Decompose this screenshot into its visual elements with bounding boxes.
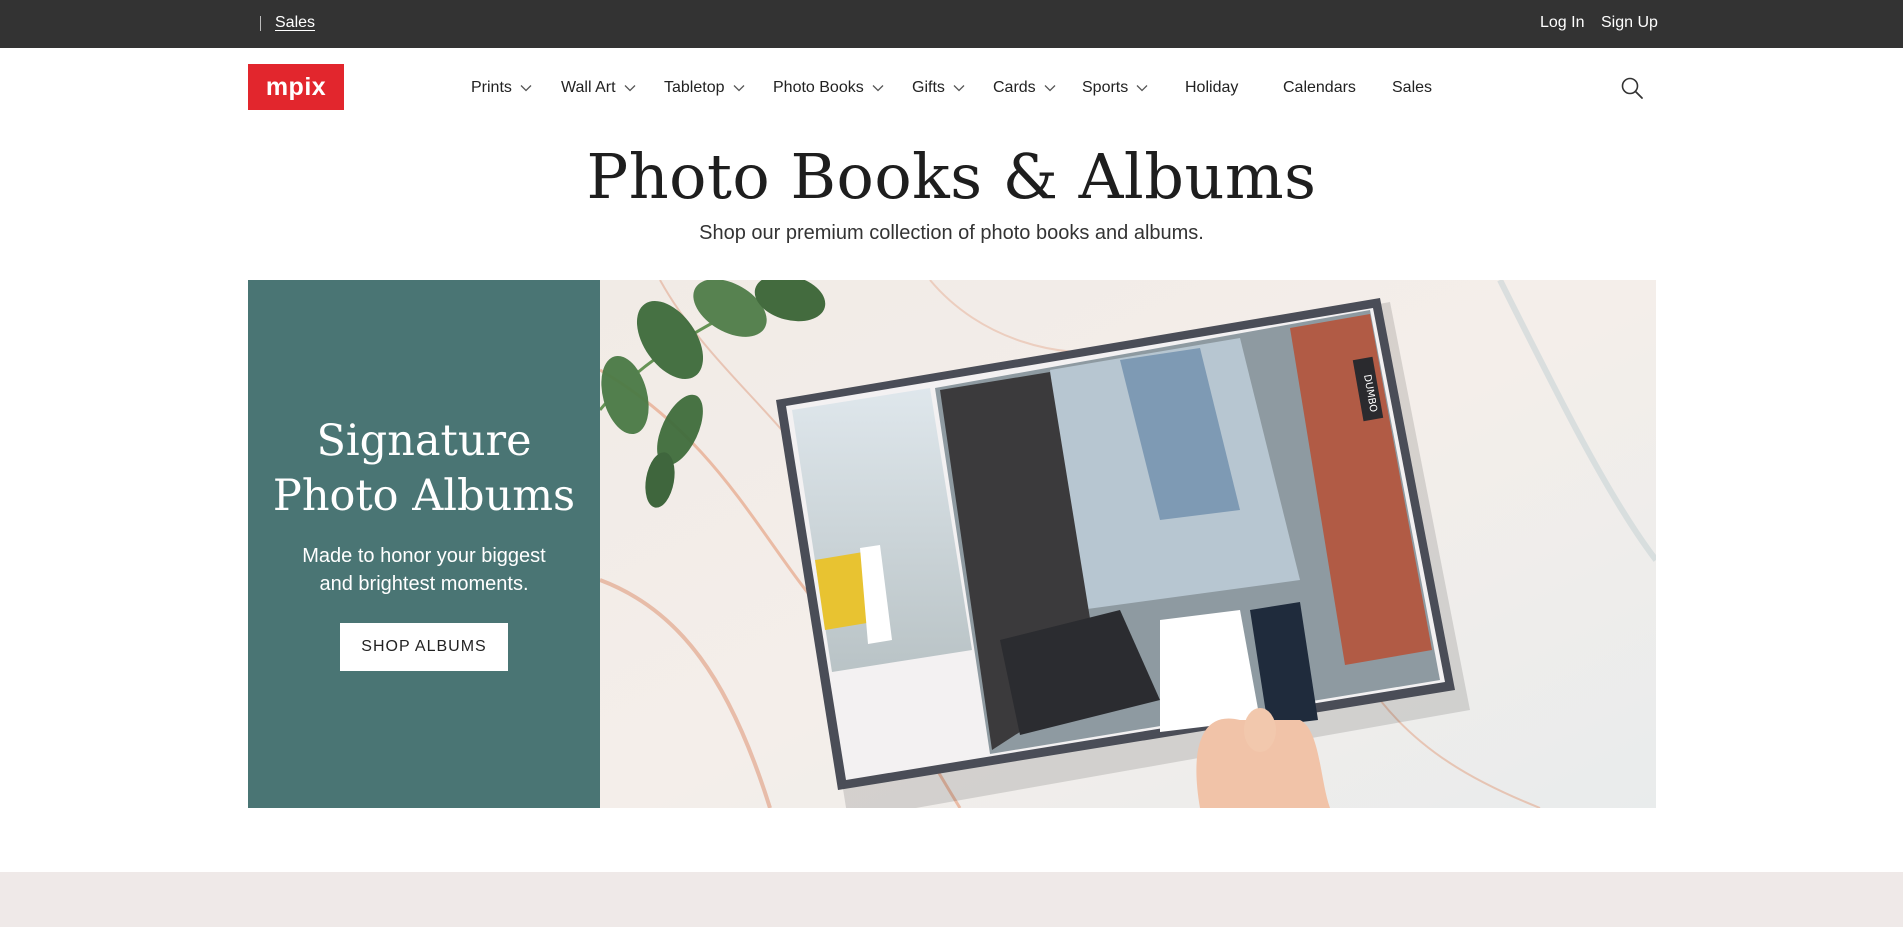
chevron-down-icon <box>624 85 635 92</box>
hero-title-line: Photo Albums <box>272 471 576 521</box>
search-icon[interactable] <box>1620 76 1644 100</box>
nav-item-photo-books[interactable]: Photo Books <box>773 79 884 97</box>
main-navigation: mpix Prints Wall Art Tabletop Photo Book… <box>0 48 1903 128</box>
chevron-down-icon <box>872 85 884 92</box>
chevron-down-icon <box>1136 85 1148 92</box>
signup-link[interactable]: Sign Up <box>1601 14 1658 32</box>
nav-item-label: Photo Books <box>773 79 864 96</box>
chevron-down-icon <box>1044 85 1056 92</box>
nav-item-prints[interactable]: Prints <box>471 79 532 97</box>
nav-item-gifts[interactable]: Gifts <box>912 79 965 97</box>
top-sales-link[interactable]: Sales <box>275 14 315 32</box>
next-section-band <box>0 872 1903 927</box>
hero-description-line: and brightest moments. <box>319 573 529 595</box>
nav-item-label: Wall Art <box>561 79 616 96</box>
hero-banner: Signature Photo Albums Made to honor you… <box>248 280 1656 808</box>
hero-description: Made to honor your biggest and brightest… <box>288 542 560 598</box>
chevron-down-icon <box>733 85 744 92</box>
nav-item-label: Tabletop <box>664 79 725 96</box>
chevron-down-icon <box>520 85 532 92</box>
nav-item-label: Prints <box>471 79 512 96</box>
nav-item-tabletop[interactable]: Tabletop <box>664 79 745 97</box>
nav-item-label: Sports <box>1082 79 1129 96</box>
nav-item-label: Calendars <box>1283 79 1356 96</box>
nav-item-label: Gifts <box>912 79 945 96</box>
nav-item-calendars[interactable]: Calendars <box>1283 79 1356 97</box>
chevron-down-icon <box>953 85 965 92</box>
nav-item-sales[interactable]: Sales <box>1392 79 1432 97</box>
nav-item-label: Cards <box>993 79 1036 96</box>
hero-title-line: Signature <box>316 416 532 466</box>
hero-photo-album-image[interactable]: DUMBO <box>600 280 1656 808</box>
nav-item-sports[interactable]: Sports <box>1082 79 1148 97</box>
top-bar-divider <box>260 16 261 31</box>
nav-item-holiday[interactable]: Holiday <box>1185 79 1238 97</box>
login-link[interactable]: Log In <box>1540 14 1584 32</box>
nav-item-wall-art[interactable]: Wall Art <box>561 79 636 97</box>
shop-albums-button[interactable]: SHOP ALBUMS <box>340 623 508 671</box>
hero-description-line: Made to honor your biggest <box>302 545 546 567</box>
nav-item-cards[interactable]: Cards <box>993 79 1056 97</box>
nav-item-label: Sales <box>1392 79 1433 96</box>
album-illustration: DUMBO <box>600 280 1656 808</box>
hero-text-panel: Signature Photo Albums Made to honor you… <box>248 280 600 808</box>
nav-item-label: Holiday <box>1185 79 1239 96</box>
top-utility-bar: Sales Log In Sign Up <box>0 0 1903 48</box>
page-title: Photo Books & Albums <box>586 140 1317 213</box>
page-subtitle: Shop our premium collection of photo boo… <box>699 222 1204 244</box>
hero-title: Signature Photo Albums <box>248 414 600 524</box>
mpix-logo[interactable]: mpix <box>248 64 344 110</box>
